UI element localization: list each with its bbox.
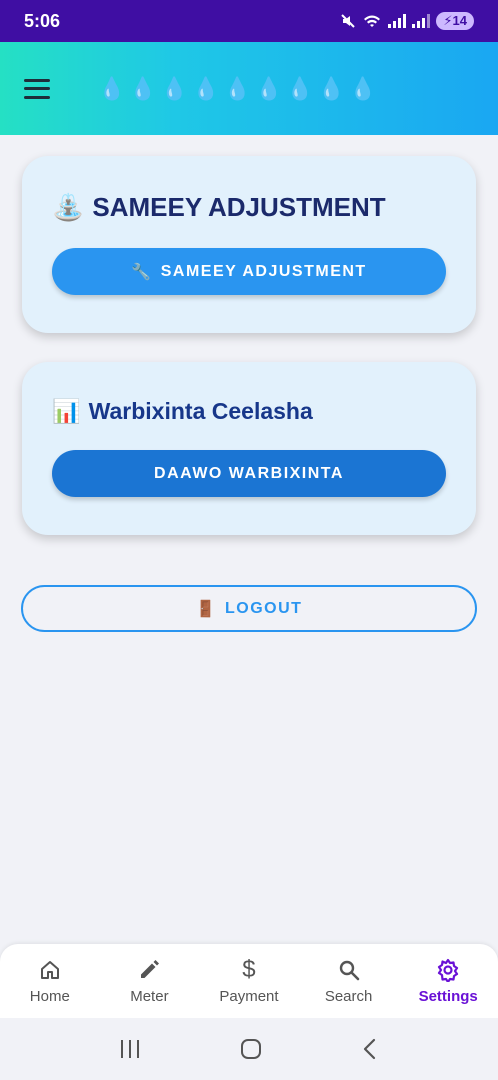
gear-icon [438, 958, 459, 982]
system-nav-bar [0, 1018, 498, 1080]
report-title-text: Warbixinta Ceelasha [88, 398, 313, 424]
mute-icon [341, 14, 356, 28]
nav-meter-label: Meter [130, 987, 169, 1005]
sameey-adjustment-button-label: SAMEEY ADJUSTMENT [160, 262, 367, 280]
door-icon: 🚪 [195, 600, 217, 618]
wifi-icon [364, 15, 381, 27]
status-bar: 5:06 ⚡14 [0, 0, 498, 42]
nav-home-label: Home [29, 987, 70, 1005]
adjustment-card-title: ⛲ SAMEEY ADJUSTMENT [52, 192, 446, 223]
report-card-title: 📊 Warbixinta Ceelasha [52, 398, 446, 425]
battery-icon: ⚡14 [436, 12, 474, 30]
bottom-nav: Home Meter $ Payment Search Settings [0, 944, 498, 1018]
nav-payment[interactable]: $ Payment [199, 944, 299, 1018]
fountain-icon: ⛲ [52, 192, 85, 222]
logout-button[interactable]: 🚪 LOGOUT [21, 585, 477, 632]
wrench-icon: 🔧 [131, 263, 153, 281]
menu-icon[interactable] [24, 78, 50, 99]
home-icon [40, 960, 59, 979]
nav-payment-label: Payment [219, 987, 279, 1005]
adjustment-card: ⛲ SAMEEY ADJUSTMENT 🔧 SAMEEY ADJUSTMENT [22, 156, 476, 333]
logout-button-label: LOGOUT [224, 599, 303, 617]
bar-chart-icon: 📊 [52, 398, 81, 424]
nav-search[interactable]: Search [299, 944, 399, 1018]
daawo-warbixinta-button[interactable]: DAAWO WARBIXINTA [52, 450, 446, 497]
battery-level: 14 [452, 13, 467, 28]
status-icons: ⚡14 [340, 12, 474, 30]
sameey-adjustment-button[interactable]: 🔧 SAMEEY ADJUSTMENT [52, 248, 446, 295]
nav-meter[interactable]: Meter [100, 944, 200, 1018]
nav-settings-label: Settings [418, 987, 478, 1005]
app-bar: 💧💧💧💧💧💧💧💧💧 [0, 42, 498, 135]
adjustment-title-text: SAMEEY ADJUSTMENT [92, 192, 386, 222]
signal-icon [388, 14, 407, 28]
nav-home[interactable]: Home [0, 944, 100, 1018]
report-card: 📊 Warbixinta Ceelasha DAAWO WARBIXINTA [22, 362, 476, 535]
status-time: 5:06 [24, 10, 61, 31]
daawo-warbixinta-button-label: DAAWO WARBIXINTA [154, 464, 344, 482]
search-icon [339, 960, 359, 980]
pencil-icon [141, 959, 160, 978]
nav-settings[interactable]: Settings [398, 944, 498, 1018]
recent-apps-icon[interactable] [118, 1038, 142, 1060]
dollar-icon: $ [242, 955, 256, 983]
nav-search-label: Search [324, 987, 373, 1005]
home-system-icon[interactable] [239, 1037, 263, 1061]
water-drops-title: 💧💧💧💧💧💧💧💧💧 [98, 75, 381, 101]
back-icon[interactable] [360, 1037, 380, 1061]
signal-icon-2 [412, 14, 431, 28]
